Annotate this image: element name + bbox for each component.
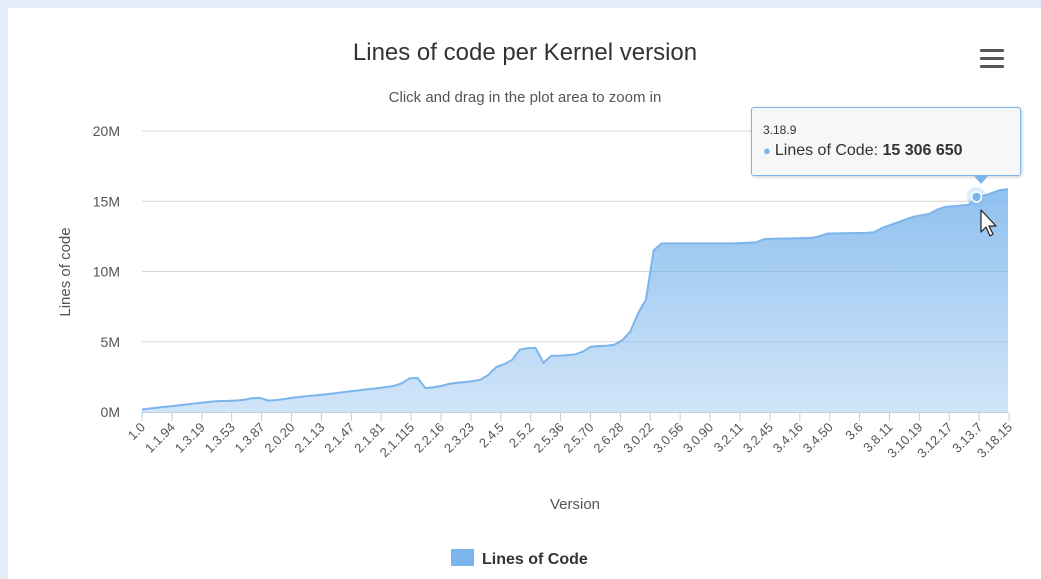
- x-axis: 1.01.1.941.3.191.3.531.3.872.0.202.1.132…: [125, 412, 1015, 461]
- x-tick-label: 2.0.20: [261, 420, 297, 456]
- legend-swatch[interactable]: [451, 549, 474, 566]
- tooltip-version: 3.18.9: [763, 123, 797, 137]
- hover-point: [970, 191, 983, 203]
- y-tick-label: 15M: [93, 193, 120, 209]
- x-tick-label: 3.2.45: [740, 420, 776, 456]
- x-tick-label: 2.4.5: [476, 420, 507, 451]
- y-axis-label: Lines of code: [57, 227, 74, 316]
- x-tick-label: 3.0.90: [680, 420, 716, 456]
- series-area[interactable]: [141, 188, 1009, 412]
- y-tick-label: 20M: [93, 123, 120, 139]
- x-tick-label: 3.0.56: [650, 420, 686, 456]
- tooltip-series-label: Lines of Code: [774, 142, 874, 159]
- x-tick-label: 2.5.70: [560, 420, 596, 456]
- x-tick-label: 1.1.94: [142, 420, 178, 456]
- series-area-fill[interactable]: [142, 189, 1008, 412]
- x-tick-label: 2.1.47: [321, 420, 357, 456]
- x-tick-label: 2.5.36: [531, 420, 567, 456]
- hover-marker: [966, 186, 987, 207]
- x-tick-label: 3.4.50: [800, 420, 836, 456]
- x-tick-label: 1.3.53: [202, 420, 238, 456]
- legend-label[interactable]: Lines of Code: [482, 551, 588, 568]
- y-axis-tick-labels: 0M 5M 10M 15M 20M: [93, 123, 120, 420]
- x-tick-label: 3.2.11: [711, 420, 746, 455]
- y-tick-label: 0M: [101, 404, 120, 420]
- x-axis-label: Version: [550, 496, 600, 513]
- x-tick-label: 3.4.16: [770, 420, 806, 456]
- x-tick-label: 2.2.16: [411, 420, 447, 456]
- x-tick-label: 1.3.19: [172, 420, 208, 456]
- chart-title: Lines of code per Kernel version: [353, 39, 697, 66]
- x-tick-label: 1.3.87: [232, 420, 268, 456]
- x-tick-label: 2.1.13: [291, 420, 327, 456]
- chart-subtitle: Click and drag in the plot area to zoom …: [389, 89, 662, 106]
- y-tick-label: 5M: [101, 334, 120, 350]
- y-tick-label: 10M: [93, 264, 120, 280]
- tooltip-caret: [974, 176, 988, 184]
- tooltip-value-row: ● Lines of Code: 15 306 650: [763, 142, 963, 159]
- x-tick-label: 3.6: [842, 420, 865, 443]
- chart-svg[interactable]: Lines of code per Kernel version Click a…: [0, 0, 1041, 579]
- x-tick-label: 2.6.28: [590, 420, 626, 456]
- tooltip-bullet-icon: ●: [763, 143, 771, 158]
- legend[interactable]: Lines of Code: [451, 549, 588, 568]
- x-tick-label: 1.0: [125, 420, 148, 443]
- tooltip: 3.18.9 ● Lines of Code: 15 306 650: [751, 107, 1021, 184]
- x-tick-label: 2.3.23: [441, 420, 477, 456]
- x-tick-label: 3.0.22: [620, 420, 656, 456]
- hamburger-menu-icon[interactable]: [972, 44, 1012, 72]
- tooltip-value: 15 306 650: [882, 142, 963, 159]
